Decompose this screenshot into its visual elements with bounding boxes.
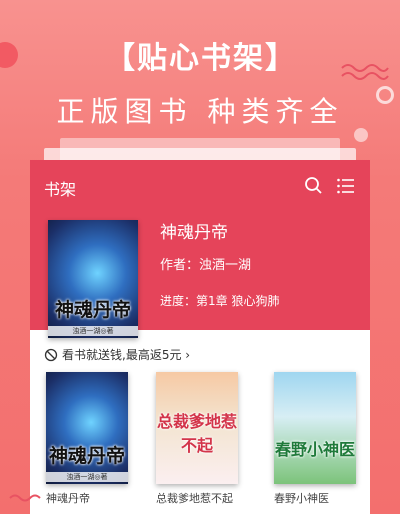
coin-icon: [44, 348, 58, 361]
promo-link[interactable]: 看书就送钱,最高返5元 ›: [44, 346, 190, 363]
bookshelf-title: 书架: [44, 180, 77, 199]
menu-list-icon[interactable]: [336, 176, 356, 196]
search-icon[interactable]: [304, 176, 324, 196]
cover-title: 神魂丹帝: [54, 299, 131, 321]
decor-dot: [354, 128, 368, 142]
bookshelf-header: 书架 神魂丹帝 浊酒一湖◎著 神魂丹帝 作者：浊酒一湖 进度：第1章 狼心狗肺: [30, 160, 370, 338]
book-cover[interactable]: 总裁爹地惹不起: [156, 372, 238, 484]
cover-title: 总裁爹地惹不起: [156, 412, 237, 455]
banner-subtitle: 正版图书 种类齐全: [56, 95, 344, 128]
book-title[interactable]: 总裁爹地惹不起: [156, 490, 233, 506]
book-title[interactable]: 春野小神医: [274, 490, 329, 506]
cover-title: 春野小神医: [274, 440, 355, 459]
promo-text: 看书就送钱,最高返5元 ›: [62, 348, 191, 362]
cover-author: 浊酒一湖◎著: [46, 472, 128, 482]
current-book-progress: 进度：第1章 狼心狗肺: [160, 294, 280, 308]
decor-circle: [0, 42, 18, 68]
book-cover[interactable]: 神魂丹帝 浊酒一湖◎著: [46, 372, 128, 484]
banner-title: 【贴心书架】: [105, 41, 297, 76]
current-book-cover[interactable]: 神魂丹帝 浊酒一湖◎著: [48, 220, 138, 338]
bookshelf-card: 书架 神魂丹帝 浊酒一湖◎著 神魂丹帝 作者：浊酒一湖 进度：第1章 狼心狗肺 …: [30, 160, 370, 514]
cover-title: 神魂丹帝: [48, 445, 125, 467]
current-book-title[interactable]: 神魂丹帝: [160, 218, 228, 243]
cover-author: 浊酒一湖◎著: [48, 326, 138, 336]
decor-wave-icon: [341, 64, 389, 80]
book-cover[interactable]: 春野小神医: [274, 372, 356, 484]
current-book-author: 作者：浊酒一湖: [160, 258, 252, 273]
book-title[interactable]: 神魂丹帝: [46, 490, 90, 506]
decor-wave-icon: [9, 494, 41, 502]
